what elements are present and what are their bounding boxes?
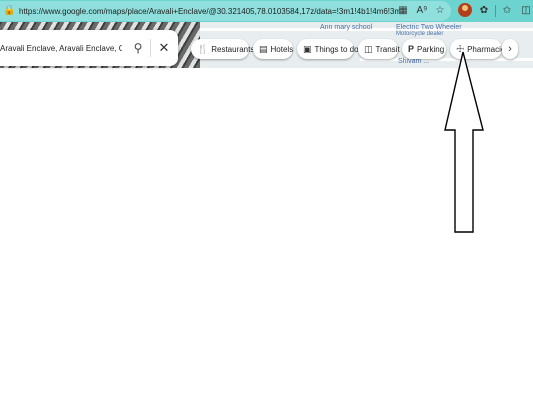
search-icon[interactable]: ⚲ bbox=[130, 39, 146, 57]
search-box: ⚲ ✕ bbox=[0, 30, 178, 66]
url-text[interactable]: https://www.google.com/maps/place/Araval… bbox=[19, 5, 399, 19]
chevron-right-icon[interactable]: › bbox=[502, 39, 518, 59]
lock-icon[interactable]: 🔒 bbox=[3, 6, 15, 16]
profile-icon[interactable] bbox=[458, 3, 472, 17]
browser-toolbar: 🔒 https://www.google.com/maps/place/Arav… bbox=[0, 0, 533, 22]
chip-label: Restaurants bbox=[211, 44, 255, 54]
chip-label: Transit bbox=[375, 44, 400, 54]
train-icon: ◫ bbox=[364, 43, 373, 54]
arrow-shape bbox=[444, 51, 484, 233]
chip-things-to-do[interactable]: ▣ Things to do bbox=[297, 39, 359, 59]
chip-label: Hotels bbox=[270, 44, 294, 54]
fork-knife-icon: 🍴 bbox=[197, 43, 209, 54]
parking-icon: P bbox=[408, 44, 415, 54]
favorites-bar-icon[interactable]: ✩ bbox=[500, 4, 514, 18]
close-icon[interactable]: ✕ bbox=[156, 39, 172, 57]
read-aloud-icon[interactable]: A⁹ bbox=[415, 4, 429, 18]
app-grid-icon[interactable]: ▦ bbox=[396, 4, 410, 18]
toolbar-separator bbox=[495, 5, 496, 17]
annotation-arrow bbox=[444, 51, 484, 233]
extensions-icon[interactable]: ✿ bbox=[477, 4, 491, 18]
chip-label: Things to do bbox=[314, 44, 359, 54]
map-label[interactable]: Ann mary school bbox=[320, 24, 372, 31]
chip-transit[interactable]: ◫ Transit bbox=[358, 39, 400, 59]
search-input[interactable] bbox=[0, 40, 122, 56]
map-label[interactable]: Electric Two Wheeler bbox=[396, 24, 462, 31]
bed-icon: ▤ bbox=[259, 43, 268, 54]
chip-hotels[interactable]: ▤ Hotels bbox=[253, 39, 293, 59]
collections-icon[interactable]: ◫ bbox=[519, 4, 533, 18]
map-label[interactable]: Motorcycle dealer bbox=[396, 31, 443, 37]
camera-icon: ▣ bbox=[303, 43, 312, 54]
chip-restaurants[interactable]: 🍴 Restaurants bbox=[191, 39, 254, 59]
map-label[interactable]: Shivam ... bbox=[398, 58, 429, 65]
search-divider bbox=[150, 39, 151, 57]
address-bar[interactable]: 🔒 https://www.google.com/maps/place/Arav… bbox=[0, 1, 451, 21]
favorite-icon[interactable]: ☆ bbox=[433, 4, 447, 18]
